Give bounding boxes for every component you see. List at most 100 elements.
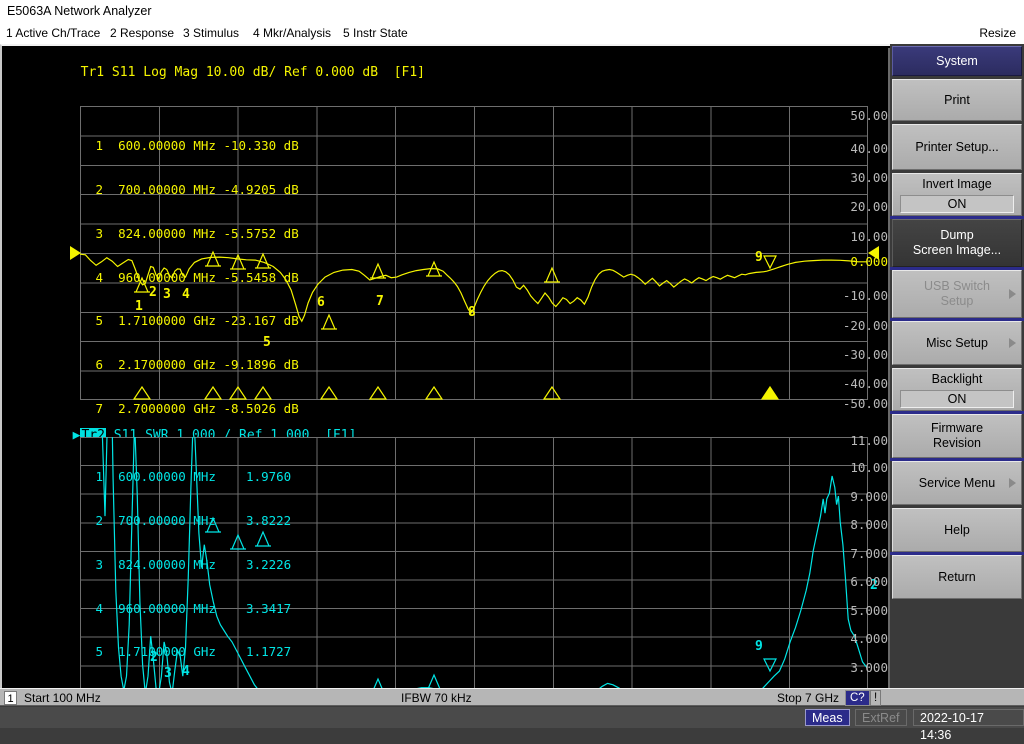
trace1-marker-row-3: 3 824.00000 MHz -5.5752 dB: [88, 226, 299, 241]
menu-item-instr-state[interactable]: 5 Instr State: [343, 22, 408, 44]
trace1-ytick-0: 50.00: [824, 108, 888, 123]
trace2-marker-row: 3 824.00000 MHz 3.2226: [88, 558, 291, 573]
softkey-return-label: Return: [938, 570, 976, 585]
trace2-marker-table[interactable]: 1 600.00000 MHz 1.9760 2 700.00000 MHz 3…: [88, 441, 291, 688]
softkey-print[interactable]: Print: [892, 79, 1022, 121]
trace2-ytick-3: 8.000: [824, 517, 888, 532]
trace1-marker-label-8: 8: [468, 306, 476, 319]
softkey-invert-image-label: Invert Image: [922, 177, 991, 192]
bottom-bar: Meas ExtRef 2022-10-17 14:36: [0, 707, 1024, 728]
trace1-ytick-9: -40.00: [824, 376, 888, 391]
trace1-ytick-1: 40.00: [824, 141, 888, 156]
trace1-ytick-6: -10.00: [824, 288, 888, 303]
trace1-ytick-4: 10.00: [824, 229, 888, 244]
meas-status-badge: Meas: [805, 709, 850, 726]
softkey-usb-line-1: USB Switch: [924, 279, 990, 294]
softkey-backlight-label: Backlight: [932, 372, 983, 387]
trace1-marker-row: 2 700.00000 MHz -4.9205 dB: [88, 183, 299, 198]
softkey-invert-image-value[interactable]: ON: [900, 195, 1014, 213]
trace1-marker-row: 1 600.00000 MHz -10.330 dB: [88, 139, 299, 154]
softkey-service-menu[interactable]: Service Menu: [892, 461, 1022, 505]
softkey-return[interactable]: Return: [892, 555, 1022, 599]
trace2-ytick-8: 3.000: [824, 660, 888, 675]
trace2-marker-row-2: 2 700.00000 MHz 3.8222: [88, 513, 291, 528]
trace2-marker-label-9: 9: [755, 640, 763, 653]
trace2-ytick-5: 6.000: [824, 574, 888, 589]
softkey-service-menu-label: Service Menu: [919, 476, 995, 491]
softkey-printer-setup[interactable]: Printer Setup...: [892, 124, 1022, 170]
softkey-firmware-revision[interactable]: Firmware Revision: [892, 414, 1022, 458]
softkey-help-label: Help: [944, 523, 970, 538]
window-title-bar: E5063A Network Analyzer: [0, 0, 1024, 22]
trace2-ytick-6: 5.000: [824, 603, 888, 618]
trace2-marker-row: 5 1.7100000 GHz 1.1727: [88, 645, 291, 660]
softkey-usb-switch-setup: USB Switch Setup: [892, 270, 1022, 318]
trace2-marker-row-5: 5 1.7100000 GHz 1.1727: [88, 644, 291, 659]
trace1-marker-label-7: 7: [376, 295, 384, 308]
menu-item-mkr-analysis[interactable]: 4 Mkr/Analysis: [253, 22, 331, 44]
trace1-marker-row-5: 5 1.7100000 GHz -23.167 dB: [88, 313, 299, 328]
softkey-backlight[interactable]: Backlight ON: [892, 368, 1022, 411]
chevron-right-icon: [1009, 338, 1016, 348]
stop-frequency-label[interactable]: Stop 7 GHz: [777, 689, 839, 707]
trace1-header-text: Tr1 S11 Log Mag 10.00 dB/ Ref 0.000 dB […: [81, 65, 425, 80]
menu-item-stimulus[interactable]: 3 Stimulus: [183, 22, 239, 44]
menu-item-active-ch-trace[interactable]: 1 Active Ch/Trace: [6, 22, 100, 44]
ifbw-label[interactable]: IFBW 70 kHz: [401, 689, 472, 707]
trace1-header[interactable]: Tr1 S11 Log Mag 10.00 dB/ Ref 0.000 dB […: [18, 50, 425, 95]
trace2-marker-row: 1 600.00000 MHz 1.9760: [88, 470, 291, 485]
softkey-printer-setup-label: Printer Setup...: [915, 140, 998, 155]
trace1-ytick-2: 30.00: [824, 170, 888, 185]
chevron-right-icon: [1009, 478, 1016, 488]
trace1-marker-label-9: 9: [755, 251, 763, 264]
softkey-title: System: [892, 46, 1022, 76]
network-analyzer-window: E5063A Network Analyzer 1 Active Ch/Trac…: [0, 0, 1024, 728]
trace1-marker-label-6: 6: [317, 296, 325, 309]
trace2-ytick-1: 10.00: [824, 460, 888, 475]
status-bar: 1 Start 100 MHz IFBW 70 kHz Stop 7 GHz C…: [0, 688, 1024, 706]
trace1-ytick-10: -50.00: [824, 396, 888, 411]
trace1-marker-row-4: 4 960.00000 MHz -5.5458 dB: [88, 270, 299, 285]
channel-number-box[interactable]: 1: [4, 691, 17, 705]
trace2-ytick-4: 7.000: [824, 546, 888, 561]
chevron-right-icon: [1009, 289, 1016, 299]
trace1-marker-row-2: 2 700.00000 MHz -4.9205 dB: [88, 182, 299, 197]
start-frequency-label[interactable]: Start 100 MHz: [24, 689, 101, 707]
menu-item-response[interactable]: 2 Response: [110, 22, 174, 44]
trace2-marker-row-3: 3 824.00000 MHz 3.2226: [88, 557, 291, 572]
trace1-marker-row: 4 960.00000 MHz -5.5458 dB: [88, 271, 299, 286]
clock-display: 2022-10-17 14:36: [913, 709, 1024, 726]
softkey-help[interactable]: Help: [892, 508, 1022, 552]
trace1-marker-row-1: 1 600.00000 MHz -10.330 dB: [88, 138, 299, 153]
softkey-firmware-line-2: Revision: [933, 436, 981, 451]
trace2-marker-row-1: 1 600.00000 MHz 1.9760: [88, 469, 291, 484]
app-title: E5063A Network Analyzer: [7, 4, 152, 18]
trace2-ytick-0: 11.00: [824, 433, 888, 448]
softkey-misc-setup-label: Misc Setup: [926, 336, 988, 351]
softkey-title-label: System: [936, 54, 978, 69]
trace1-ytick-8: -30.00: [824, 347, 888, 362]
softkey-dump-screen-image[interactable]: Dump Screen Image...: [892, 219, 1022, 267]
resize-button[interactable]: Resize: [979, 22, 1016, 44]
softkey-print-label: Print: [944, 93, 970, 108]
softkey-usb-line-2: Setup: [941, 294, 974, 309]
trace1-ytick-3: 20.00: [824, 199, 888, 214]
trace2-marker-row: 4 960.00000 MHz 3.3417: [88, 602, 291, 617]
analyzer-display: Tr1 S11 Log Mag 10.00 dB/ Ref 0.000 dB […: [0, 44, 1024, 692]
softkey-misc-setup[interactable]: Misc Setup: [892, 321, 1022, 365]
trace2-marker-row: 2 700.00000 MHz 3.8222: [88, 514, 291, 529]
softkey-dump-line-2: Screen Image...: [913, 243, 1001, 258]
extref-status-badge: ExtRef: [855, 709, 907, 726]
trace1-ytick-7: -20.00: [824, 318, 888, 333]
trace1-marker-row: 6 2.1700000 GHz -9.1896 dB: [88, 358, 299, 373]
cal-status-flag[interactable]: C?: [845, 690, 870, 706]
trace2-marker-row-4: 4 960.00000 MHz 3.3417: [88, 601, 291, 616]
trace2-ytick-7: 4.000: [824, 631, 888, 646]
graph-area: Tr1 S11 Log Mag 10.00 dB/ Ref 0.000 dB […: [4, 48, 890, 688]
softkey-firmware-line-1: Firmware: [931, 421, 983, 436]
softkey-invert-image[interactable]: Invert Image ON: [892, 173, 1022, 216]
softkey-backlight-value[interactable]: ON: [900, 390, 1014, 408]
trace1-marker-row-6: 6 2.1700000 GHz -9.1896 dB: [88, 357, 299, 372]
softkey-panel: System Print Printer Setup... Invert Ima…: [890, 44, 1024, 688]
warning-flag[interactable]: !: [870, 690, 881, 706]
